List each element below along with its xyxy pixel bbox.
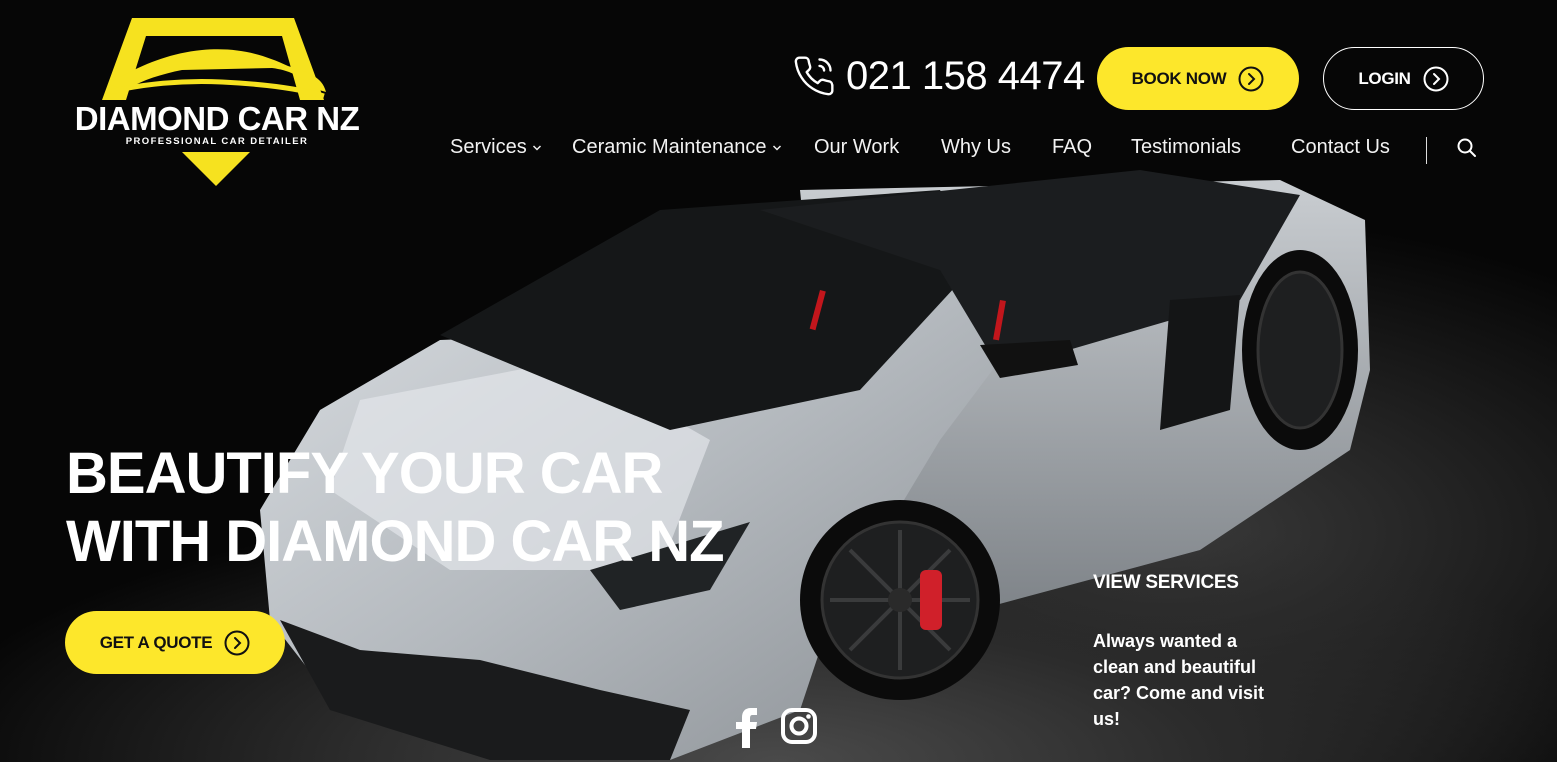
chevron-down-icon bbox=[532, 144, 541, 151]
hero-description: Always wanted a clean and beautiful car?… bbox=[1093, 631, 1265, 729]
nav-divider bbox=[1426, 137, 1427, 164]
search-icon[interactable] bbox=[1456, 137, 1478, 159]
facebook-icon[interactable] bbox=[735, 708, 761, 748]
nav-item-faq[interactable]: FAQ bbox=[1052, 136, 1092, 159]
arrow-circle-right-icon bbox=[224, 630, 250, 655]
hero-headline-line2: WITH DIAMOND CAR NZ bbox=[66, 509, 725, 574]
login-button[interactable]: LOGIN bbox=[1323, 47, 1484, 110]
instagram-icon[interactable] bbox=[781, 708, 817, 744]
arrow-circle-right-icon bbox=[1238, 66, 1264, 91]
nav-item-label: Our Work bbox=[814, 136, 900, 158]
hero-headline: BEAUTIFY YOUR CAR WITH DIAMOND CAR NZ bbox=[66, 440, 725, 576]
arrow-circle-right-icon bbox=[1423, 66, 1449, 91]
nav-item-label: Ceramic Maintenance bbox=[572, 136, 767, 158]
nav-item-contact-us[interactable]: Contact Us bbox=[1291, 136, 1390, 159]
nav-item-our-work[interactable]: Our Work bbox=[814, 136, 899, 159]
brand-logo[interactable]: DIAMOND CAR NZ PROFESSIONAL CAR DETAILER bbox=[62, 14, 372, 194]
chevron-down-icon bbox=[772, 144, 781, 151]
view-services-link[interactable]: VIEW SERVICES bbox=[1093, 572, 1239, 594]
phone-icon bbox=[794, 56, 834, 96]
nav-item-services[interactable]: Services bbox=[450, 136, 542, 159]
login-label: LOGIN bbox=[1358, 68, 1411, 88]
nav-item-label: Why Us bbox=[941, 136, 1011, 158]
brand-tagline: PROFESSIONAL CAR DETAILER bbox=[125, 136, 309, 147]
nav-item-ceramic-maintenance[interactable]: Ceramic Maintenance bbox=[572, 136, 782, 159]
book-now-label: BOOK NOW bbox=[1131, 68, 1227, 88]
nav-item-label: Testimonials bbox=[1131, 136, 1242, 158]
get-a-quote-label: GET A QUOTE bbox=[99, 632, 213, 652]
nav-item-why-us[interactable]: Why Us bbox=[941, 136, 1011, 159]
nav-item-testimonials[interactable]: Testimonials bbox=[1131, 136, 1241, 159]
phone-number: 021 158 4474 bbox=[846, 53, 1085, 98]
nav-item-label: FAQ bbox=[1052, 136, 1093, 158]
brand-name: DIAMOND CAR NZ bbox=[74, 100, 360, 137]
phone-link[interactable]: 021 158 4474 bbox=[792, 52, 1085, 100]
hero-headline-line1: BEAUTIFY YOUR CAR bbox=[66, 441, 663, 506]
book-now-button[interactable]: BOOK NOW bbox=[1097, 47, 1299, 110]
nav-item-label: Services bbox=[450, 136, 527, 158]
get-a-quote-button[interactable]: GET A QUOTE bbox=[65, 611, 285, 674]
nav-item-label: Contact Us bbox=[1291, 136, 1390, 158]
